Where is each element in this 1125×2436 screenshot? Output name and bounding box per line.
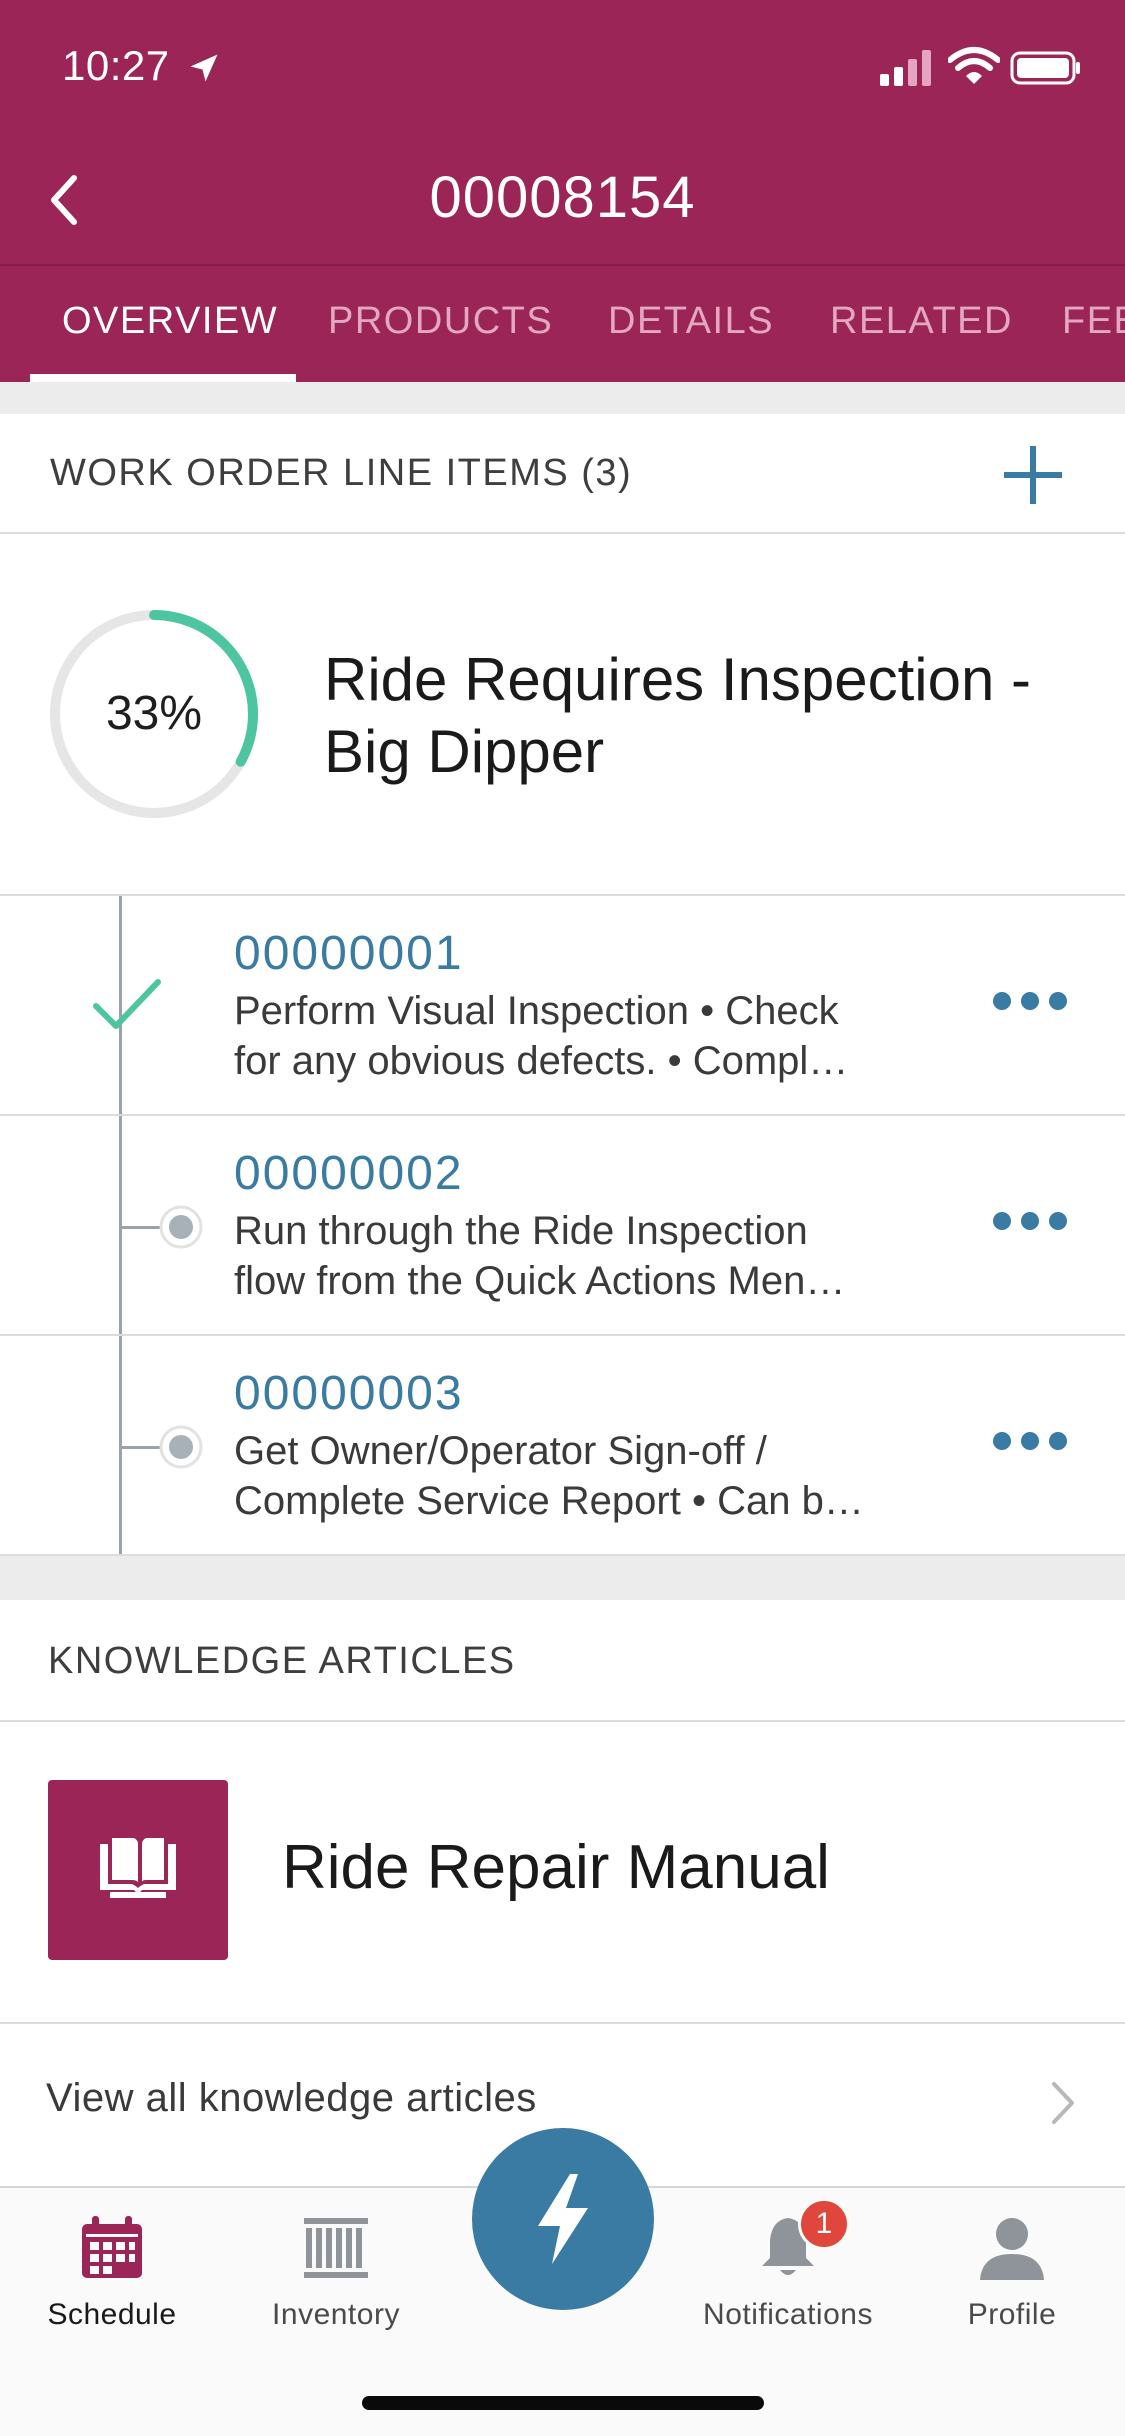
tab-bar-item-notifications[interactable]: 1 Notifications (688, 2188, 888, 2358)
more-actions-icon[interactable] (990, 986, 1070, 1016)
description-line: for any obvious defects. • Compl… (234, 1039, 849, 1083)
more-actions-icon[interactable] (990, 1206, 1070, 1236)
view-all-label[interactable]: View all knowledge articles (46, 2076, 537, 2121)
line-items-list: 00000001 Perform Visual Inspection • Che… (0, 896, 1125, 1556)
work-order-name: Ride Requires Inspection - Big Dipper (324, 644, 1104, 788)
tab-bar-label: Inventory (272, 2298, 400, 2331)
line-item-row[interactable]: 00000003 Get Owner/Operator Sign-off / C… (0, 1336, 1125, 1556)
lightning-icon (538, 2174, 588, 2264)
tab-products[interactable]: PRODUCTS (328, 266, 553, 382)
home-indicator (362, 2396, 764, 2410)
line-item-number[interactable]: 00000001 (234, 926, 464, 981)
app-header: 10:27 00008154 OVERVIEW PRODUCTS DETAILS… (0, 0, 1125, 382)
wifi-icon (948, 47, 1000, 84)
chevron-right-icon (1052, 2082, 1074, 2124)
add-line-item-icon[interactable] (1000, 442, 1066, 508)
checkmark-icon (93, 979, 161, 1029)
pending-status-icon (159, 1205, 203, 1249)
tab-bar-item-inventory[interactable]: Inventory (236, 2188, 436, 2358)
line-item-number[interactable]: 00000002 (234, 1146, 464, 1201)
description-line: Perform Visual Inspection • Check (234, 989, 839, 1033)
battery-icon (1010, 51, 1080, 85)
line-item-row[interactable]: 00000001 Perform Visual Inspection • Che… (0, 896, 1125, 1116)
description-line: Get Owner/Operator Sign-off / (234, 1429, 767, 1473)
pending-status-icon (159, 1425, 203, 1469)
section-spacer (0, 382, 1125, 414)
notification-badge: 1 (798, 2198, 850, 2250)
tab-related[interactable]: RELATED (830, 266, 1013, 382)
tab-bar-label: Profile (967, 2298, 1057, 2331)
line-item-row[interactable]: 00000002 Run through the Ride Inspection… (0, 1116, 1125, 1336)
calendar-icon (82, 2216, 142, 2278)
section-title: KNOWLEDGE ARTICLES (48, 1640, 516, 1682)
description-line: Run through the Ride Inspection (234, 1209, 808, 1253)
barcode-icon (304, 2218, 368, 2278)
tab-bar-label: Schedule (47, 2298, 177, 2331)
section-title: WORK ORDER LINE ITEMS (3) (50, 452, 633, 494)
book-icon (100, 1838, 176, 1898)
active-tab-indicator (30, 374, 296, 382)
line-item-description: Perform Visual Inspection • Check for an… (234, 986, 934, 1086)
work-order-name-line-2: Big Dipper (324, 718, 605, 785)
description-line: Complete Service Report • Can b… (234, 1479, 864, 1523)
knowledge-article-item[interactable]: Ride Repair Manual (0, 1722, 1125, 2024)
work-order-summary[interactable]: 33% Ride Requires Inspection - Big Dippe… (0, 534, 1125, 896)
cellular-signal-icon (880, 50, 931, 86)
tab-bar-item-profile[interactable]: Profile (912, 2188, 1112, 2358)
progress-percent: 33% (105, 687, 203, 740)
tab-overview[interactable]: OVERVIEW (62, 266, 278, 382)
status-time: 10:27 (62, 42, 170, 89)
location-arrow-icon (190, 54, 218, 82)
nav-bar: 00008154 (0, 140, 1125, 264)
article-title[interactable]: Ride Repair Manual (282, 1832, 830, 1903)
article-thumbnail (48, 1780, 228, 1960)
tab-bar-label: Notifications (703, 2298, 873, 2331)
description-line: flow from the Quick Actions Men… (234, 1259, 846, 1303)
person-icon (980, 2218, 1044, 2280)
knowledge-articles-header: KNOWLEDGE ARTICLES (0, 1600, 1125, 1722)
line-item-description: Get Owner/Operator Sign-off / Complete S… (234, 1426, 934, 1526)
work-order-name-line-1: Ride Requires Inspection - (324, 646, 1032, 713)
tab-details[interactable]: DETAILS (608, 266, 774, 382)
section-spacer (0, 1556, 1125, 1600)
work-order-line-items-header: WORK ORDER LINE ITEMS (3) (0, 414, 1125, 534)
tab-feed[interactable]: FEE (1062, 266, 1125, 382)
quick-actions-button[interactable] (472, 2128, 654, 2310)
tab-bar-item-schedule[interactable]: Schedule (12, 2188, 212, 2358)
line-item-description: Run through the Ride Inspection flow fro… (234, 1206, 934, 1306)
line-item-number[interactable]: 00000003 (234, 1366, 464, 1421)
tab-strip: OVERVIEW PRODUCTS DETAILS RELATED FEE (0, 266, 1125, 382)
page-title: 00008154 (429, 165, 696, 230)
more-actions-icon[interactable] (990, 1426, 1070, 1456)
status-bar: 10:27 (0, 0, 1125, 140)
